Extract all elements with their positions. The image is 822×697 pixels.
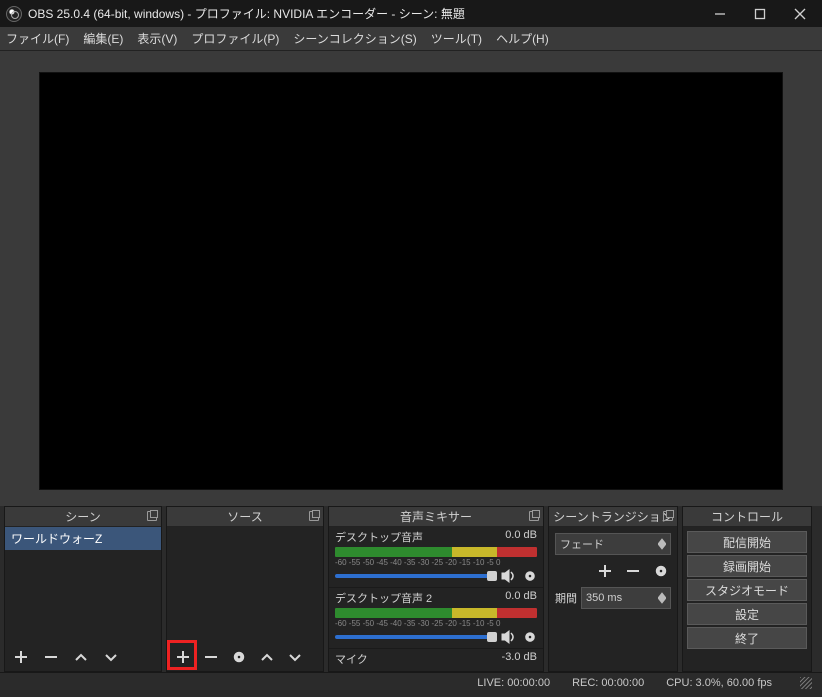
volume-slider[interactable] [335, 574, 495, 578]
speaker-icon[interactable] [501, 630, 517, 644]
sources-toolbar [167, 643, 323, 671]
duration-value: 350 ms [586, 592, 622, 604]
maximize-button[interactable] [740, 0, 780, 27]
menu-scene-collection[interactable]: シーンコレクション(S) [293, 30, 416, 47]
transition-select[interactable]: フェード [555, 533, 671, 555]
scene-down-button[interactable] [101, 647, 121, 667]
mixer-header[interactable]: 音声ミキサー [329, 507, 543, 527]
meter-ticks: -60 -55 -50 -45 -40 -35 -30 -25 -20 -15 … [335, 558, 537, 567]
sources-list[interactable] [167, 527, 323, 643]
controls-panel: コントロール 配信開始 録画開始 スタジオモード 設定 終了 [682, 506, 812, 672]
remove-scene-button[interactable] [41, 647, 61, 667]
popout-icon[interactable] [529, 511, 539, 521]
title-bar: OBS 25.0.4 (64-bit, windows) - プロファイル: N… [0, 0, 822, 27]
transition-value: フェード [560, 536, 604, 552]
mixer-track: デスクトップ音声 2 0.0 dB -60 -55 -50 -45 -40 -35… [329, 588, 543, 649]
studio-mode-button[interactable]: スタジオモード [687, 579, 807, 601]
resize-grip-icon[interactable] [800, 677, 812, 689]
track-db: 0.0 dB [505, 529, 537, 545]
scenes-toolbar [5, 643, 161, 671]
source-up-button[interactable] [257, 647, 277, 667]
settings-button[interactable]: 設定 [687, 603, 807, 625]
start-streaming-button[interactable]: 配信開始 [687, 531, 807, 553]
scene-item[interactable]: ワールドウォーZ [5, 527, 161, 550]
transition-toolbar [555, 561, 671, 581]
track-name: デスクトップ音声 [335, 529, 423, 545]
source-properties-button[interactable] [229, 647, 249, 667]
track-name: デスクトップ音声 2 [335, 590, 432, 606]
track-settings-icon[interactable] [523, 630, 537, 644]
transitions-panel: シーントランジション フェード 期間 350 ms [548, 506, 678, 672]
status-bar: LIVE: 00:00:00 REC: 00:00:00 CPU: 3.0%, … [0, 672, 822, 692]
status-rec: REC: 00:00:00 [572, 677, 644, 689]
status-cpu: CPU: 3.0%, 60.00 fps [666, 677, 772, 689]
menu-edit[interactable]: 編集(E) [83, 30, 123, 47]
popout-icon[interactable] [147, 511, 157, 521]
sources-title: ソース [227, 508, 262, 525]
preview-area [0, 51, 822, 506]
transitions-title: シーントランジション [553, 508, 672, 525]
scenes-title: シーン [65, 508, 100, 525]
popout-icon[interactable] [309, 511, 319, 521]
source-down-button[interactable] [285, 647, 305, 667]
add-transition-button[interactable] [595, 561, 615, 581]
track-db: -3.0 dB [502, 651, 537, 667]
popout-icon[interactable] [663, 511, 673, 521]
mixer-panel: 音声ミキサー デスクトップ音声 0.0 dB -60 -55 -50 -45 -4… [328, 506, 544, 672]
status-live: LIVE: 00:00:00 [477, 677, 550, 689]
exit-button[interactable]: 終了 [687, 627, 807, 649]
preview-canvas[interactable] [39, 72, 783, 490]
minimize-button[interactable] [700, 0, 740, 27]
speaker-icon[interactable] [501, 569, 517, 583]
scene-up-button[interactable] [71, 647, 91, 667]
track-db: 0.0 dB [505, 590, 537, 606]
scenes-panel: シーン ワールドウォーZ [4, 506, 162, 672]
docks-row: シーン ワールドウォーZ ソース 音声 [0, 506, 822, 672]
sources-panel: ソース [166, 506, 324, 672]
remove-source-button[interactable] [201, 647, 221, 667]
add-source-button[interactable] [173, 647, 193, 667]
transition-settings-button[interactable] [651, 561, 671, 581]
meter-ticks: -60 -55 -50 -45 -40 -35 -30 -25 -20 -15 … [335, 619, 537, 628]
mixer-title: 音声ミキサー [400, 508, 472, 525]
volume-slider[interactable] [335, 635, 495, 639]
scenes-header[interactable]: シーン [5, 507, 161, 527]
start-recording-button[interactable]: 録画開始 [687, 555, 807, 577]
remove-transition-button[interactable] [623, 561, 643, 581]
add-scene-button[interactable] [11, 647, 31, 667]
audio-meter [335, 547, 537, 557]
track-name: マイク [335, 651, 368, 667]
audio-meter [335, 608, 537, 618]
menu-help[interactable]: ヘルプ(H) [496, 30, 549, 47]
mixer-track: マイク -3.0 dB [329, 649, 543, 671]
menu-bar: ファイル(F) 編集(E) 表示(V) プロファイル(P) シーンコレクション(… [0, 27, 822, 51]
track-settings-icon[interactable] [523, 569, 537, 583]
transitions-header[interactable]: シーントランジション [549, 507, 677, 527]
duration-label: 期間 [555, 590, 577, 606]
obs-logo-icon [6, 6, 22, 22]
mixer-track: デスクトップ音声 0.0 dB -60 -55 -50 -45 -40 -35 -… [329, 527, 543, 588]
menu-profile[interactable]: プロファイル(P) [191, 30, 279, 47]
controls-title: コントロール [711, 508, 783, 525]
close-button[interactable] [780, 0, 820, 27]
mixer-body: デスクトップ音声 0.0 dB -60 -55 -50 -45 -40 -35 -… [329, 527, 543, 671]
menu-tools[interactable]: ツール(T) [431, 30, 482, 47]
duration-input[interactable]: 350 ms [581, 587, 671, 609]
controls-header[interactable]: コントロール [683, 507, 811, 527]
menu-view[interactable]: 表示(V) [137, 30, 177, 47]
window-title: OBS 25.0.4 (64-bit, windows) - プロファイル: N… [28, 5, 700, 22]
menu-file[interactable]: ファイル(F) [6, 30, 69, 47]
sources-header[interactable]: ソース [167, 507, 323, 527]
